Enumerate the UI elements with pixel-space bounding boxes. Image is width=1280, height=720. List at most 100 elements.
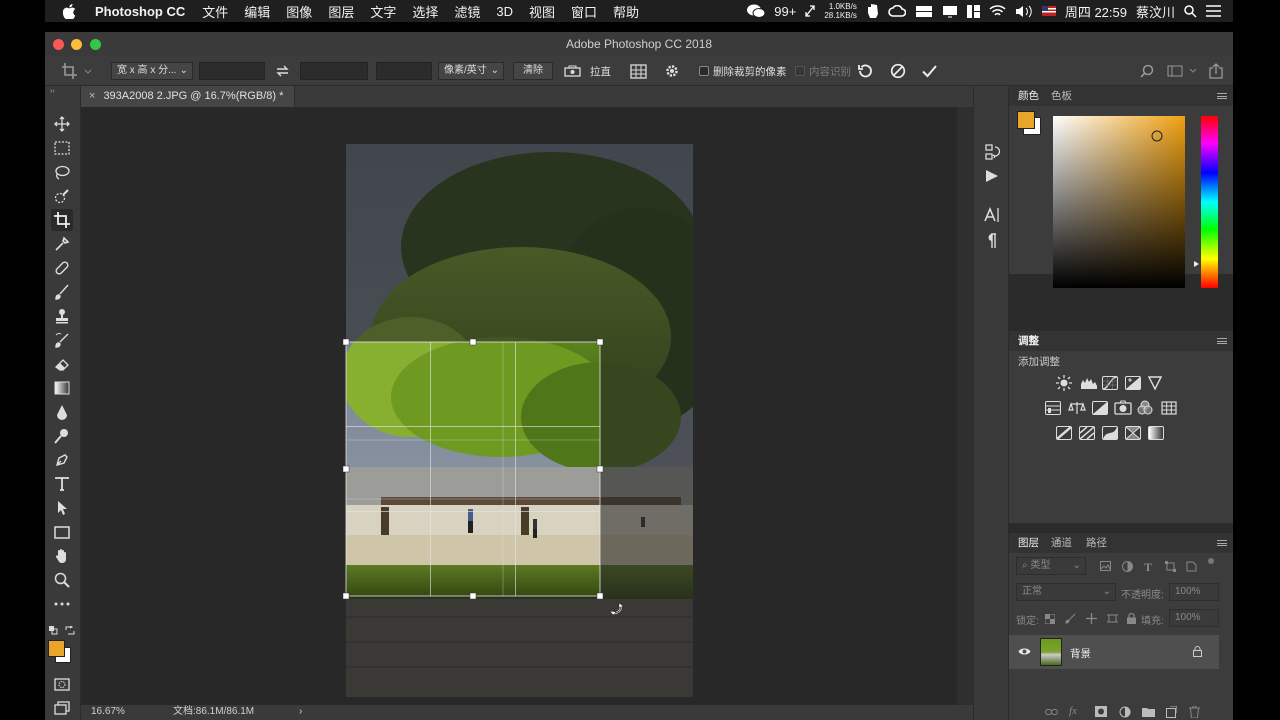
lasso-tool-icon[interactable] — [51, 161, 73, 183]
marquee-tool-icon[interactable] — [51, 137, 73, 159]
screen-mode-icon[interactable] — [51, 697, 73, 719]
swap-dimensions-icon[interactable] — [276, 65, 289, 77]
window-layout-icon[interactable] — [966, 4, 980, 18]
layer-lock-icon[interactable] — [1193, 646, 1202, 657]
search-icon[interactable] — [1140, 64, 1154, 78]
zoom-window-button[interactable] — [90, 39, 101, 50]
overlay-grid-icon[interactable] — [630, 63, 647, 80]
new-group-icon[interactable] — [1142, 707, 1155, 717]
hue-slider[interactable] — [1201, 116, 1218, 288]
display-icon[interactable] — [942, 5, 958, 18]
user-name[interactable]: 蔡汶川 — [1136, 2, 1175, 21]
drive-icon[interactable] — [915, 5, 933, 18]
hue-slider-marker-icon[interactable] — [1194, 261, 1199, 267]
crop-tool-icon[interactable] — [51, 209, 73, 231]
character-panel-icon[interactable] — [984, 207, 1000, 223]
close-tab-icon[interactable]: × — [89, 90, 95, 102]
delete-cropped-checkbox[interactable] — [699, 66, 709, 76]
wechat-icon[interactable] — [747, 4, 766, 18]
opacity-input[interactable]: 100% — [1169, 583, 1219, 601]
cancel-crop-icon[interactable] — [890, 63, 906, 79]
selective-color-icon[interactable] — [1125, 426, 1141, 440]
menu-type[interactable]: 文字 — [362, 2, 404, 21]
crop-tool-preset-icon[interactable] — [61, 63, 91, 79]
volume-icon[interactable] — [1015, 5, 1033, 18]
layer-filter-select[interactable]: ⌕ 类型 ⌄ — [1016, 557, 1086, 575]
menu-edit[interactable]: 编辑 — [236, 2, 278, 21]
tab-swatches[interactable]: 色板 — [1051, 86, 1072, 106]
menu-app-name[interactable]: Photoshop CC — [86, 4, 194, 19]
fill-input[interactable]: 100% — [1169, 609, 1219, 627]
tab-channels[interactable]: 通道 — [1051, 533, 1072, 553]
menu-window[interactable]: 窗口 — [563, 2, 605, 21]
collapse-toolbar-icon[interactable]: ›› — [50, 88, 55, 95]
threshold-icon[interactable] — [1102, 426, 1118, 440]
menu-view[interactable]: 视图 — [521, 2, 563, 21]
flag-icon[interactable] — [1041, 6, 1056, 16]
crop-height-input[interactable] — [300, 62, 368, 80]
gradient-map-icon[interactable] — [1148, 426, 1164, 440]
crop-resolution-input[interactable] — [376, 62, 432, 80]
color-balance-icon[interactable] — [1068, 401, 1086, 415]
crop-canvas[interactable] — [81, 107, 957, 705]
lock-artboard-icon[interactable] — [1107, 613, 1118, 624]
content-aware-checkbox[interactable] — [795, 66, 805, 76]
menu-3d[interactable]: 3D — [488, 4, 521, 19]
paragraph-panel-icon[interactable] — [985, 233, 997, 248]
menu-file[interactable]: 文件 — [194, 2, 236, 21]
actions-panel-icon[interactable] — [985, 169, 999, 183]
curves-icon[interactable] — [1102, 376, 1118, 390]
color-lookup-icon[interactable] — [1161, 401, 1177, 415]
layer-row[interactable]: 背景 — [1009, 635, 1219, 669]
path-selection-tool-icon[interactable] — [51, 497, 73, 519]
lock-transparent-pixels-icon[interactable] — [1045, 614, 1055, 624]
black-white-icon[interactable] — [1092, 401, 1108, 415]
commit-crop-icon[interactable] — [921, 63, 938, 79]
creative-cloud-icon[interactable] — [888, 5, 906, 17]
lock-image-pixels-icon[interactable] — [1065, 613, 1076, 624]
menu-image[interactable]: 图像 — [278, 2, 320, 21]
reset-crop-icon[interactable] — [857, 63, 874, 79]
hand-tool-icon[interactable] — [51, 545, 73, 567]
document-canvas[interactable] — [81, 107, 957, 705]
exposure-icon[interactable] — [1125, 376, 1141, 390]
color-panel-menu-icon[interactable] — [1217, 93, 1227, 99]
tab-paths[interactable]: 路径 — [1086, 533, 1107, 553]
spotlight-search-icon[interactable] — [1184, 4, 1197, 18]
resolution-unit-select[interactable]: 像素/英寸 ⌄ — [438, 62, 504, 80]
workspace-switcher-icon[interactable] — [1167, 65, 1197, 77]
posterize-icon[interactable] — [1079, 426, 1095, 440]
layer-style-fx-icon[interactable]: fx — [1069, 705, 1077, 717]
clock[interactable]: 周四 22:59 — [1065, 2, 1127, 21]
layers-panel-menu-icon[interactable] — [1217, 540, 1227, 546]
swap-colors-icon[interactable] — [65, 626, 75, 635]
adjustments-panel-menu-icon[interactable] — [1217, 338, 1227, 344]
document-tab[interactable]: × 393A2008 2.JPG @ 16.7%(RGB/8) * — [81, 86, 295, 107]
zoom-tool-icon[interactable] — [51, 569, 73, 591]
expand-icon[interactable] — [805, 5, 816, 17]
crop-settings-gear-icon[interactable] — [664, 63, 680, 79]
zoom-level[interactable]: 16.67% — [91, 705, 125, 719]
move-tool-icon[interactable] — [51, 113, 73, 135]
new-layer-icon[interactable] — [1166, 706, 1177, 718]
crop-ratio-select[interactable]: 宽 x 高 x 分... ⌄ — [111, 62, 193, 80]
menu-select[interactable]: 选择 — [404, 2, 446, 21]
hue-saturation-icon[interactable] — [1045, 401, 1061, 415]
default-colors-icon[interactable] — [49, 626, 58, 635]
crop-width-input[interactable] — [199, 62, 265, 80]
more-tools-icon[interactable] — [51, 593, 73, 615]
new-adjustment-layer-icon[interactable] — [1119, 706, 1131, 718]
apple-icon[interactable] — [45, 3, 86, 19]
blend-mode-select[interactable]: 正常 ⌄ — [1016, 583, 1116, 601]
layer-name[interactable]: 背景 — [1070, 646, 1091, 661]
filter-type-layer-icon[interactable]: T — [1144, 560, 1152, 575]
straighten-icon[interactable] — [564, 65, 581, 78]
rectangle-tool-icon[interactable] — [51, 521, 73, 543]
foreground-color-swatch[interactable] — [48, 640, 65, 657]
filter-adjustment-layer-icon[interactable] — [1122, 561, 1133, 572]
type-tool-icon[interactable] — [51, 473, 73, 495]
lock-position-icon[interactable] — [1086, 613, 1097, 624]
add-mask-icon[interactable] — [1095, 706, 1107, 717]
photo-filter-icon[interactable] — [1114, 400, 1132, 415]
history-brush-tool-icon[interactable] — [51, 329, 73, 351]
